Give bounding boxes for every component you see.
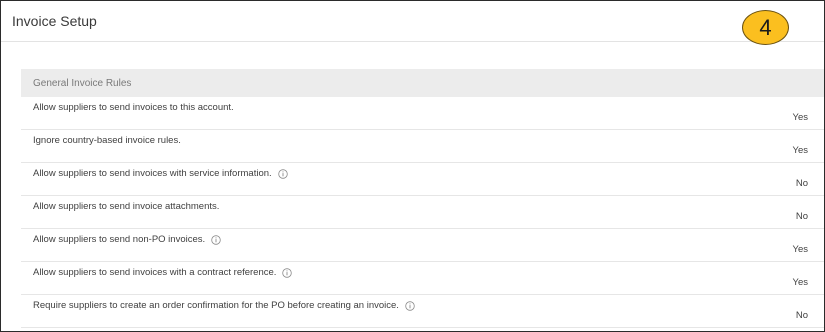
- rule-value: Yes: [792, 244, 809, 255]
- info-icon[interactable]: [211, 234, 221, 245]
- invoice-setup-panel: Invoice Setup 4 General Invoice Rules Al…: [0, 0, 825, 332]
- section-header: General Invoice Rules: [21, 69, 824, 97]
- panel-header: Invoice Setup: [1, 1, 824, 42]
- rule-label: Ignore country-based invoice rules.: [33, 135, 181, 146]
- rule-value: Yes: [792, 277, 809, 288]
- rule-label: Allow suppliers to send invoices with a …: [33, 267, 277, 278]
- rule-label: Allow suppliers to send invoices with se…: [33, 168, 272, 179]
- rule-value: No: [795, 211, 808, 222]
- rule-label: Require suppliers to create an order con…: [33, 300, 399, 311]
- rule-row: Allow suppliers to send invoices to this…: [21, 97, 824, 130]
- info-icon[interactable]: [277, 168, 288, 179]
- rule-value: Yes: [792, 112, 809, 123]
- rule-value: No: [795, 178, 808, 189]
- step-badge: 4: [742, 10, 789, 45]
- rules-list: Allow suppliers to send invoices to this…: [21, 97, 824, 328]
- rule-row: Allow suppliers to send invoice attachme…: [21, 196, 824, 229]
- info-icon[interactable]: [405, 300, 415, 311]
- page-title: Invoice Setup: [12, 13, 97, 29]
- rule-row: Allow suppliers to send invoices with a …: [21, 262, 824, 295]
- rule-value: Yes: [792, 145, 809, 156]
- rule-row: Allow suppliers to send non-PO invoices.…: [21, 229, 824, 262]
- info-icon[interactable]: [282, 267, 293, 278]
- section-title: General Invoice Rules: [33, 77, 132, 89]
- rule-value: No: [795, 310, 808, 321]
- rule-row: Ignore country-based invoice rules. Yes: [21, 130, 824, 163]
- rule-label: Allow suppliers to send non-PO invoices.: [33, 234, 206, 245]
- step-number: 4: [759, 14, 772, 40]
- rule-row: Allow suppliers to send invoices with se…: [21, 163, 824, 196]
- rule-label: Allow suppliers to send invoice attachme…: [33, 201, 220, 212]
- rule-label: Allow suppliers to send invoices to this…: [33, 102, 234, 113]
- rule-row: Require suppliers to create an order con…: [21, 295, 824, 328]
